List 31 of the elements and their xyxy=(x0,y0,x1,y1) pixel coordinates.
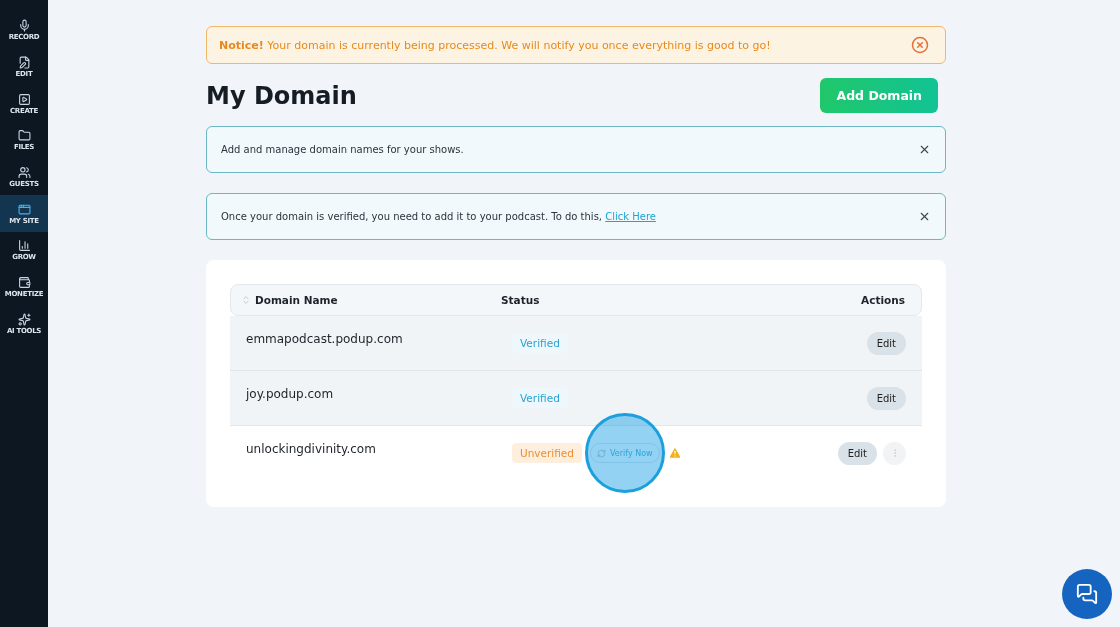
document-icon xyxy=(17,56,31,70)
column-header: Domain Name xyxy=(255,294,338,306)
folder-icon xyxy=(17,129,31,143)
microphone-icon xyxy=(17,19,31,33)
edit-button[interactable]: Edit xyxy=(866,386,906,410)
play-square-icon xyxy=(17,92,31,106)
status-badge: Unverified xyxy=(512,443,582,463)
bar-chart-icon xyxy=(17,239,31,253)
sparkles-icon xyxy=(17,312,31,326)
edit-button[interactable]: Edit xyxy=(866,331,906,355)
browser-window-icon xyxy=(17,202,31,216)
wallet-icon xyxy=(17,276,31,290)
notice-text: Notice! Your domain is currently being processed. We will notify you once everything is good to go! xyxy=(219,38,771,52)
domain-name: emmapodcast.podup.com xyxy=(246,332,404,346)
chat-button[interactable] xyxy=(1062,569,1112,619)
status-badge: Verified xyxy=(512,388,568,408)
edit-button[interactable]: Edit xyxy=(837,441,877,465)
close-icon[interactable] xyxy=(918,143,931,156)
info-text: Add and manage domain names for your shows. xyxy=(221,144,464,155)
column-header: Actions xyxy=(860,294,905,306)
info-text: Once your domain is verified, you need to add it to your podcast. To do this, Click Here xyxy=(221,211,656,222)
page-title: My Domain xyxy=(206,81,357,110)
domain-name: joy.podup.com xyxy=(246,387,335,401)
close-icon[interactable] xyxy=(918,210,931,223)
refresh-icon xyxy=(597,448,606,458)
people-icon xyxy=(17,166,31,180)
status-badge: Verified xyxy=(512,333,568,353)
warning-icon xyxy=(667,446,682,460)
domain-name: unlockingdivinity.com xyxy=(246,442,377,456)
column-header: Status xyxy=(501,294,541,306)
chat-bubbles-icon xyxy=(1076,583,1098,605)
